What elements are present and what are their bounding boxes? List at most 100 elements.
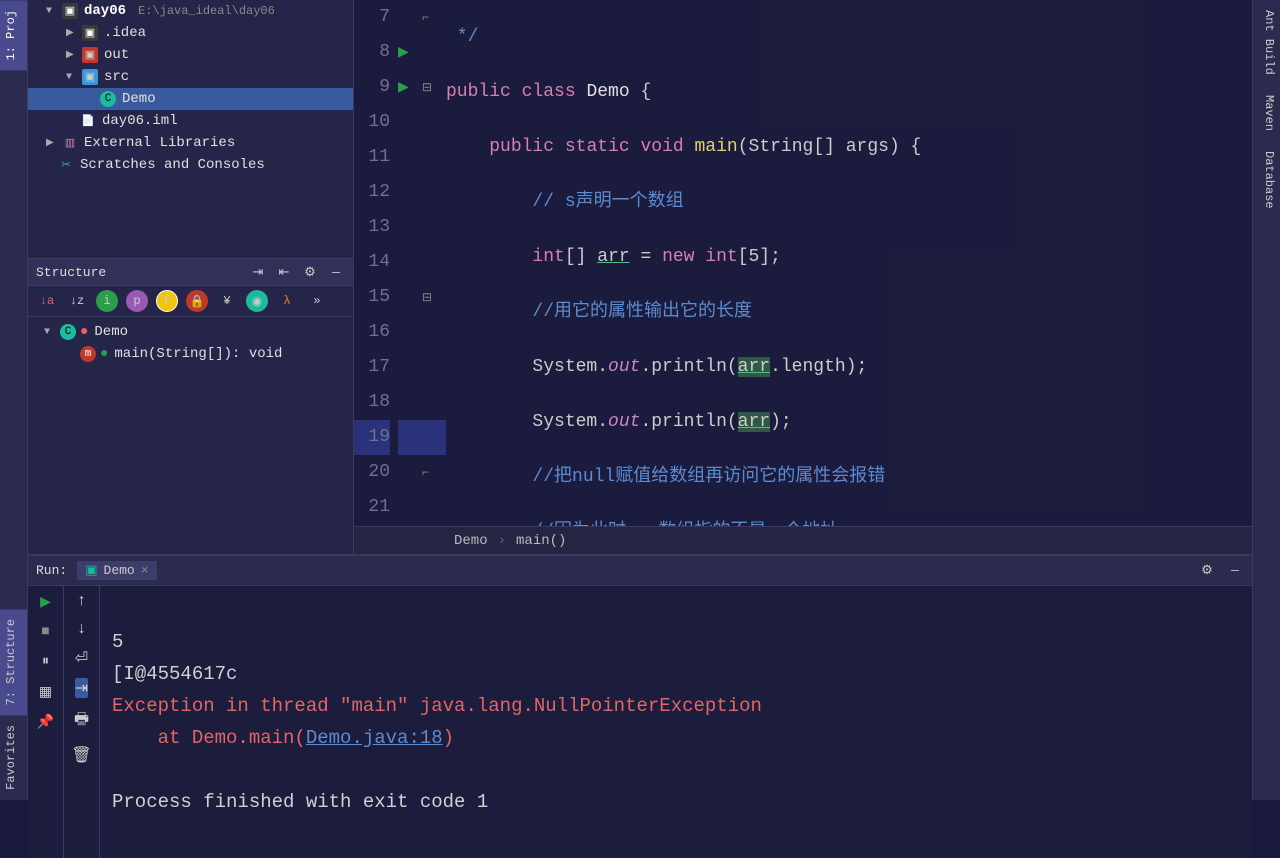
tree-demo[interactable]: C Demo <box>28 88 353 110</box>
tree-label: day06.iml <box>102 113 178 129</box>
soft-wrap-icon[interactable]: ⏎ <box>75 648 88 668</box>
maven-tab[interactable]: Maven <box>1253 85 1280 141</box>
tree-label: Scratches and Consoles <box>80 157 265 173</box>
minimize-icon[interactable]: — <box>327 263 345 281</box>
favorites-tab[interactable]: Favorites <box>0 715 27 800</box>
structure-toolbar: ↓a ↓z i p f 🔒 ¥ ◉ λ » <box>28 286 353 317</box>
structure-class-label: Demo <box>94 324 128 340</box>
folder-icon: ▣ <box>82 25 98 41</box>
sidebar: ▼ ▣ day06 E:\java_ideal\day06 ▶ ▣ .idea … <box>28 0 354 554</box>
root-label: day06 <box>84 3 126 19</box>
chevron-right-icon: › <box>498 533 506 549</box>
lambda-icon[interactable]: λ <box>276 290 298 312</box>
chevron-down-icon: ▼ <box>66 72 76 83</box>
tree-label: Demo <box>122 91 156 107</box>
sort-alpha-icon[interactable]: ↓a <box>36 290 58 312</box>
code-editor[interactable]: 7 8 9 10 11 12 13 14 15 16 17 18 19 20 2… <box>354 0 1252 554</box>
breadcrumb-method[interactable]: main() <box>516 533 566 549</box>
structure-body[interactable]: ▼ C ● Demo m ● main(String[]): void <box>28 317 353 554</box>
print-icon[interactable]: 🖶 <box>74 708 89 735</box>
fold-end-icon[interactable]: ⌐ <box>422 466 429 480</box>
pin-icon[interactable]: 📌 <box>36 712 56 732</box>
more-icon[interactable]: » <box>306 290 328 312</box>
structure-tab[interactable]: 7: Structure <box>0 609 27 715</box>
expand-icon[interactable]: ⇥ <box>249 263 267 281</box>
run-panel: Run: ▣ Demo × ⚙ — ▶ ■ ⏸ ▦ 📌 ↑ ↓ ⏎ ⇥ <box>28 554 1252 858</box>
rerun-icon[interactable]: ▶ <box>36 592 56 612</box>
show-properties-icon[interactable]: p <box>126 290 148 312</box>
library-icon: ▥ <box>62 135 78 151</box>
run-icon[interactable]: ▶ <box>398 80 409 96</box>
run-tab-label: Demo <box>104 563 135 578</box>
app-icon: ▣ <box>85 563 97 578</box>
method-icon: m <box>80 346 96 362</box>
run-controls-left: ▶ ■ ⏸ ▦ 📌 <box>28 586 64 858</box>
show-fields-icon[interactable]: i <box>96 290 118 312</box>
run-tab[interactable]: ▣ Demo × <box>77 561 156 580</box>
show-non-public-icon[interactable]: f <box>156 290 178 312</box>
code-content[interactable]: */ public class Demo { public static voi… <box>446 0 1252 526</box>
stop-icon[interactable]: ■ <box>36 622 56 642</box>
structure-title: Structure <box>36 265 106 280</box>
class-icon: C <box>100 91 116 107</box>
database-tab[interactable]: Database <box>1253 141 1280 219</box>
tree-label: .idea <box>104 25 146 41</box>
structure-method-label: main(String[]): void <box>114 346 282 362</box>
tree-out[interactable]: ▶ ▣ out <box>28 44 353 66</box>
structure-class[interactable]: ▼ C ● Demo <box>28 321 353 343</box>
tree-label: out <box>104 47 129 63</box>
breadcrumb[interactable]: Demo › main() <box>354 526 1252 554</box>
layout-icon[interactable]: ▦ <box>36 682 56 702</box>
gear-icon[interactable]: ⚙ <box>1198 562 1216 580</box>
tree-label: src <box>104 69 129 85</box>
gear-icon[interactable]: ⚙ <box>301 263 319 281</box>
autoscroll-source-icon[interactable]: ◉ <box>246 290 268 312</box>
run-header: Run: ▣ Demo × ⚙ — <box>28 556 1252 586</box>
run-controls-right: ↑ ↓ ⏎ ⇥ 🖶 🗑 <box>64 586 100 858</box>
up-icon[interactable]: ↑ <box>77 592 87 610</box>
folder-icon: ▣ <box>62 3 78 19</box>
project-tab[interactable]: 1: Proj <box>0 0 27 70</box>
sort-visibility-icon[interactable]: ↓z <box>66 290 88 312</box>
breadcrumb-class[interactable]: Demo <box>454 533 488 549</box>
tree-label: External Libraries <box>84 135 235 151</box>
top-split: ▼ ▣ day06 E:\java_ideal\day06 ▶ ▣ .idea … <box>28 0 1252 554</box>
file-icon: 📄 <box>80 113 96 129</box>
tree-iml[interactable]: 📄 day06.iml <box>28 110 353 132</box>
chevron-down-icon: ▼ <box>44 327 54 338</box>
project-tree[interactable]: ▼ ▣ day06 E:\java_ideal\day06 ▶ ▣ .idea … <box>28 0 353 258</box>
collapse-icon[interactable]: ⇤ <box>275 263 293 281</box>
main-column: ▼ ▣ day06 E:\java_ideal\day06 ▶ ▣ .idea … <box>28 0 1252 800</box>
tree-root[interactable]: ▼ ▣ day06 E:\java_ideal\day06 <box>28 0 353 22</box>
tree-idea[interactable]: ▶ ▣ .idea <box>28 22 353 44</box>
run-label: Run: <box>36 563 67 578</box>
console-output[interactable]: 5 [I@4554617c Exception in thread "main"… <box>100 586 1252 858</box>
ant-build-tab[interactable]: Ant Build <box>1253 0 1280 85</box>
structure-header: Structure ⇥ ⇤ ⚙ — <box>28 258 353 286</box>
minimize-icon[interactable]: — <box>1226 562 1244 580</box>
show-anonymous-icon[interactable]: ¥ <box>216 290 238 312</box>
fold-icon[interactable]: ⊟ <box>422 291 432 305</box>
pause-icon[interactable]: ⏸ <box>36 652 56 672</box>
tree-ext-libs[interactable]: ▶ ▥ External Libraries <box>28 132 353 154</box>
folder-icon: ▣ <box>82 69 98 85</box>
fold-end-icon[interactable]: ⌐ <box>422 11 429 25</box>
stacktrace-link[interactable]: Demo.java:18 <box>306 727 443 749</box>
chevron-down-icon: ▼ <box>46 6 56 17</box>
tree-src[interactable]: ▼ ▣ src <box>28 66 353 88</box>
scroll-end-icon[interactable]: ⇥ <box>75 678 88 698</box>
structure-method[interactable]: m ● main(String[]): void <box>28 343 353 365</box>
chevron-right-icon: ▶ <box>66 49 76 61</box>
chevron-right-icon: ▶ <box>46 137 56 149</box>
run-icon[interactable]: ▶ <box>398 45 409 61</box>
trash-icon[interactable]: 🗑 <box>71 745 91 765</box>
fold-gutter: ⌐ ⊟ ⊟ ⌐ <box>422 0 446 526</box>
down-icon[interactable]: ↓ <box>77 620 87 638</box>
folder-icon: ▣ <box>82 47 98 63</box>
tree-scratches[interactable]: ✂ Scratches and Consoles <box>28 154 353 176</box>
close-icon[interactable]: × <box>141 563 149 578</box>
fold-icon[interactable]: ⊟ <box>422 81 432 95</box>
show-inherited-icon[interactable]: 🔒 <box>186 290 208 312</box>
scratch-icon: ✂ <box>58 157 74 173</box>
run-gutter: ▶ ▶ <box>398 0 422 526</box>
